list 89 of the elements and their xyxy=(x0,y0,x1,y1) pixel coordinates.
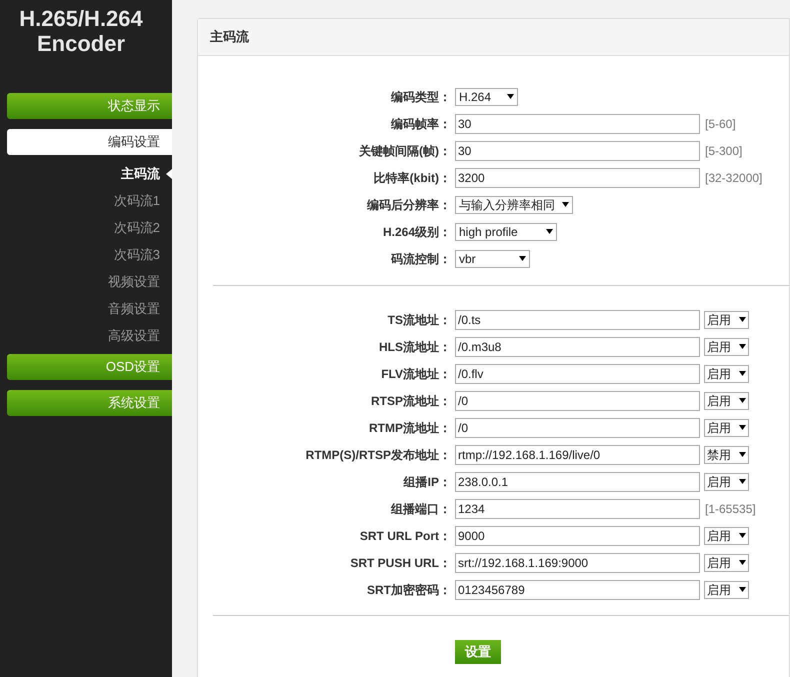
caret-icon xyxy=(739,344,746,349)
dropdown-value: 启用 xyxy=(707,420,731,436)
input-field[interactable]: 238.0.0.1 xyxy=(455,472,700,492)
range-hint: [32-32000] xyxy=(705,170,762,186)
dropdown[interactable]: high profile xyxy=(455,222,557,240)
input-field[interactable]: /0 xyxy=(455,418,700,438)
field-label: H.264级别： xyxy=(382,224,452,240)
dropdown-value: 启用 xyxy=(707,528,731,544)
field-label: SRT PUSH URL： xyxy=(349,554,452,572)
field-label: TS流地址： xyxy=(386,312,452,328)
input-field[interactable]: 30 xyxy=(455,114,700,134)
input-field[interactable]: 9000 xyxy=(455,526,700,546)
enable-dropdown[interactable]: 启用 xyxy=(704,364,749,382)
caret-icon xyxy=(519,256,526,261)
caret-icon xyxy=(562,202,569,207)
field-label: 关键帧间隔(帧)： xyxy=(358,142,452,160)
input-field[interactable]: /0.flv xyxy=(455,364,700,384)
enable-dropdown[interactable]: 启用 xyxy=(704,472,749,490)
caret-icon xyxy=(546,229,553,234)
dropdown[interactable]: vbr xyxy=(455,250,530,268)
enable-dropdown[interactable]: 启用 xyxy=(704,392,749,410)
caret-icon xyxy=(739,317,746,322)
range-hint: [5-300] xyxy=(705,142,742,160)
caret-icon xyxy=(739,560,746,565)
field-label: RTMP(S)/RTSP发布地址： xyxy=(304,446,452,464)
enable-dropdown[interactable]: 启用 xyxy=(704,554,749,572)
dropdown-value: 与输入分辨率相同 xyxy=(459,196,555,214)
nav-subitem[interactable]: 次码流3 xyxy=(114,244,172,264)
enable-dropdown[interactable]: 启用 xyxy=(704,310,749,328)
nav-subitem[interactable]: 音频设置 xyxy=(108,298,172,318)
dropdown-value: 启用 xyxy=(707,474,731,490)
caret-icon xyxy=(507,94,514,99)
dropdown-value: 启用 xyxy=(707,312,731,328)
field-label: 组播端口： xyxy=(390,500,452,518)
nav-subitem[interactable]: 次码流1 xyxy=(114,190,172,210)
range-hint: [1-65535] xyxy=(705,500,756,518)
field-label: HLS流地址： xyxy=(378,338,452,356)
caret-icon xyxy=(739,452,746,457)
dropdown-value: 启用 xyxy=(707,338,731,356)
field-label: 编码帧率： xyxy=(390,116,452,132)
enable-dropdown[interactable]: 禁用 xyxy=(704,446,749,464)
enable-dropdown[interactable]: 启用 xyxy=(704,418,749,436)
field-label: RTSP流地址： xyxy=(370,392,452,410)
dropdown-value: vbr xyxy=(459,250,476,268)
range-hint: [5-60] xyxy=(705,116,736,132)
input-field[interactable]: srt://192.168.1.169:9000 xyxy=(455,552,700,572)
input-field[interactable]: /0 xyxy=(455,390,700,410)
dropdown-value: high profile xyxy=(459,224,518,240)
input-field[interactable]: 0123456789 xyxy=(455,580,700,600)
caret-icon xyxy=(739,398,746,403)
field-label: 编码类型： xyxy=(390,88,452,106)
input-field[interactable]: /0.m3u8 xyxy=(455,336,700,356)
input-field[interactable]: rtmp://192.168.1.169/live/0 xyxy=(455,444,700,464)
dropdown-value: 禁用 xyxy=(707,446,731,464)
enable-dropdown[interactable]: 启用 xyxy=(704,338,749,356)
caret-icon xyxy=(739,587,746,592)
field-label: 组播IP： xyxy=(402,474,452,490)
field-label: 比特率(kbit)： xyxy=(372,170,452,186)
field-label: RTMP流地址： xyxy=(368,420,452,436)
dropdown-value: 启用 xyxy=(707,554,731,572)
caret-icon xyxy=(739,533,746,538)
enable-dropdown[interactable]: 启用 xyxy=(704,526,749,544)
nav-subitem[interactable]: 视频设置 xyxy=(108,272,172,292)
dropdown-value: 启用 xyxy=(707,366,731,382)
nav-subitem[interactable]: 次码流2 xyxy=(114,218,172,238)
field-label: SRT加密密码： xyxy=(366,582,452,598)
field-label: SRT URL Port： xyxy=(358,528,452,544)
input-field[interactable]: 3200 xyxy=(455,168,700,188)
input-field[interactable]: /0.ts xyxy=(455,310,700,330)
caret-icon xyxy=(739,371,746,376)
logo-title: H.265/H.264 xyxy=(19,6,143,31)
dropdown-value: H.264 xyxy=(459,88,492,106)
field-label: FLV流地址： xyxy=(380,366,452,382)
nav-subitem[interactable]: 高级设置 xyxy=(108,326,172,346)
dropdown-value: 启用 xyxy=(707,582,731,598)
pointer-icon xyxy=(166,168,172,178)
enable-dropdown[interactable]: 启用 xyxy=(704,580,749,598)
caret-icon xyxy=(739,425,746,430)
logo-subtitle: Encoder xyxy=(36,31,126,56)
field-label: 编码后分辨率： xyxy=(366,196,452,214)
dropdown[interactable]: 与输入分辨率相同 xyxy=(455,196,573,214)
caret-icon xyxy=(739,479,746,484)
dropdown[interactable]: H.264 xyxy=(455,88,518,106)
nav-group-button[interactable]: 编码设置 xyxy=(7,129,172,155)
input-field[interactable]: 30 xyxy=(455,140,700,160)
dropdown-value: 启用 xyxy=(707,392,731,410)
input-field[interactable]: 1234 xyxy=(455,498,700,518)
field-label: 码流控制： xyxy=(390,250,452,268)
panel-title: 主码流 xyxy=(210,28,249,46)
